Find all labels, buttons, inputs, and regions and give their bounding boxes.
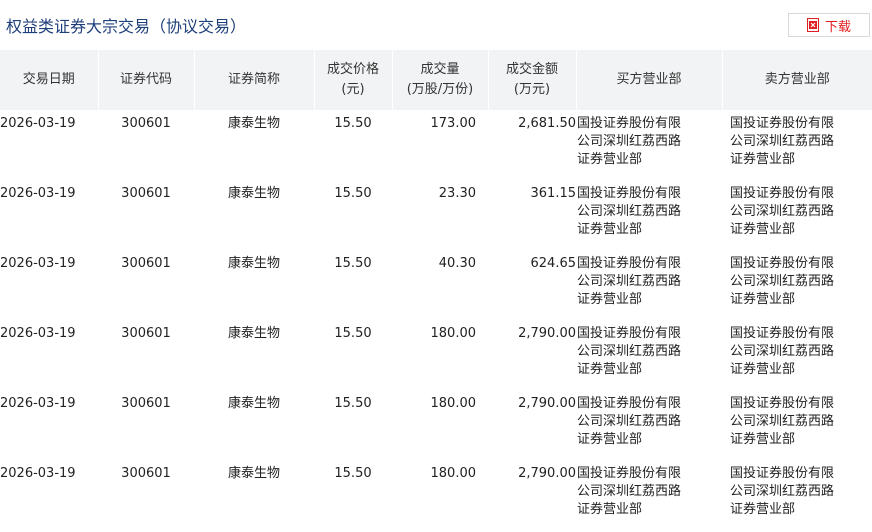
cell-trade-date: 2026-03-19 [0, 326, 76, 341]
cell-seller-branch: 国投证券股份有限公司深圳红荔西路证券营业部 [722, 110, 872, 180]
cell-buyer-branch: 国投证券股份有限公司深圳红荔西路证券营业部 [576, 180, 722, 250]
column-header-seller-branch: 卖方营业部 [721, 50, 872, 110]
cell-buyer-branch: 国投证券股份有限公司深圳红荔西路证券营业部 [576, 250, 722, 320]
cell-buyer-branch: 国投证券股份有限公司深圳红荔西路证券营业部 [576, 460, 722, 530]
download-button[interactable]: 下载 [788, 13, 870, 37]
branch-name: 国投证券股份有限公司深圳红荔西路证券营业部 [577, 326, 682, 377]
cell-trade-date: 2026-03-19 [0, 466, 76, 481]
download-label: 下载 [824, 19, 851, 35]
cell-trade-volume: 180.00 [430, 396, 477, 411]
column-header-label: 买方营业部 [616, 72, 682, 87]
column-header-trade-volume: 成交量 (万股/万份) [391, 50, 488, 110]
cell-trade-amount: 624.65 [530, 256, 577, 271]
cell-trade-date: 2026-03-19 [0, 116, 76, 131]
page-title: 权益类证券大宗交易（协议交易） [6, 17, 247, 36]
column-header-label: 成交金额 [505, 62, 558, 77]
table-header-row: 交易日期 证券代码 证券简称 成交价格 (元) 成交量 (万股/万份) 成交金额 (万元) 买方营… [0, 50, 872, 110]
cell-buyer-branch: 国投证券股份有限公司深圳红荔西路证券营业部 [576, 320, 722, 390]
cell-seller-branch: 国投证券股份有限公司深圳红荔西路证券营业部 [722, 460, 872, 530]
branch-name: 国投证券股份有限公司深圳红荔西路证券营业部 [577, 396, 682, 447]
cell-security-code: 300601 [121, 186, 171, 201]
cell-trade-amount: 2,790.00 [518, 466, 576, 481]
column-header-unit: (万元) [513, 82, 551, 97]
cell-trade-price: 15.50 [334, 186, 372, 201]
column-header-trade-amount: 成交金额 (万元) [487, 50, 576, 110]
cell-trade-date: 2026-03-19 [0, 396, 76, 411]
table-row: 2026-03-19 300601 康泰生物 15.50 40.30 624.65 国投证券… [0, 250, 872, 320]
block-trade-table: 交易日期 证券代码 证券简称 成交价格 (元) 成交量 (万股/万份) 成交金额 (万元) 买方营… [0, 50, 872, 530]
branch-name: 国投证券股份有限公司深圳红荔西路证券营业部 [730, 396, 835, 447]
cell-security-code: 300601 [121, 396, 171, 411]
cell-trade-volume: 180.00 [430, 326, 477, 341]
table-row: 2026-03-19 300601 康泰生物 15.50 180.00 2,790.00 国… [0, 390, 872, 460]
cell-trade-amount: 2,681.50 [518, 116, 576, 131]
column-header-trade-price: 成交价格 (元) [313, 50, 392, 110]
cell-security-code: 300601 [121, 116, 171, 131]
table-row: 2026-03-19 300601 康泰生物 15.50 23.30 361.15 国投证券… [0, 180, 872, 250]
cell-buyer-branch: 国投证券股份有限公司深圳红荔西路证券营业部 [576, 390, 722, 460]
cell-trade-volume: 173.00 [430, 116, 477, 131]
cell-security-name: 康泰生物 [227, 186, 280, 201]
branch-name: 国投证券股份有限公司深圳红荔西路证券营业部 [577, 256, 682, 307]
column-header-security-name: 证券简称 [193, 50, 314, 110]
cell-trade-price: 15.50 [334, 116, 372, 131]
column-header-unit: (元) [341, 82, 365, 97]
column-header-label: 成交价格 [326, 62, 379, 77]
cell-seller-branch: 国投证券股份有限公司深圳红荔西路证券营业部 [722, 250, 872, 320]
cell-trade-price: 15.50 [334, 466, 372, 481]
table-row: 2026-03-19 300601 康泰生物 15.50 180.00 2,790.00 国… [0, 320, 872, 390]
column-header-unit: (万股/万份) [406, 82, 474, 97]
cell-trade-volume: 180.00 [430, 466, 477, 481]
cell-buyer-branch: 国投证券股份有限公司深圳红荔西路证券营业部 [576, 110, 722, 180]
cell-trade-date: 2026-03-19 [0, 256, 76, 271]
table-row: 2026-03-19 300601 康泰生物 15.50 180.00 2,790.00 国… [0, 460, 872, 530]
table-row: 2026-03-19 300601 康泰生物 15.50 173.00 2,681.50 国… [0, 110, 872, 180]
column-header-label: 成交量 [420, 62, 460, 77]
cell-security-name: 康泰生物 [227, 396, 280, 411]
branch-name: 国投证券股份有限公司深圳红荔西路证券营业部 [577, 186, 682, 237]
cell-seller-branch: 国投证券股份有限公司深圳红荔西路证券营业部 [722, 320, 872, 390]
cell-seller-branch: 国投证券股份有限公司深圳红荔西路证券营业部 [722, 180, 872, 250]
column-header-buyer-branch: 买方营业部 [575, 50, 722, 110]
column-header-security-code: 证券代码 [97, 50, 194, 110]
cell-security-code: 300601 [121, 326, 171, 341]
cell-trade-amount: 2,790.00 [518, 326, 576, 341]
cell-seller-branch: 国投证券股份有限公司深圳红荔西路证券营业部 [722, 390, 872, 460]
branch-name: 国投证券股份有限公司深圳红荔西路证券营业部 [730, 256, 835, 307]
cell-trade-price: 15.50 [334, 326, 372, 341]
cell-security-name: 康泰生物 [227, 116, 280, 131]
cell-trade-amount: 361.15 [530, 186, 577, 201]
excel-file-icon [806, 18, 819, 32]
branch-name: 国投证券股份有限公司深圳红荔西路证券营业部 [577, 466, 682, 517]
column-header-label: 卖方营业部 [764, 72, 830, 87]
cell-security-code: 300601 [121, 256, 171, 271]
cell-trade-date: 2026-03-19 [0, 186, 76, 201]
branch-name: 国投证券股份有限公司深圳红荔西路证券营业部 [577, 116, 682, 167]
branch-name: 国投证券股份有限公司深圳红荔西路证券营业部 [730, 466, 835, 517]
cell-trade-volume: 40.30 [438, 256, 476, 271]
cell-trade-price: 15.50 [334, 396, 372, 411]
column-header-trade-date: 交易日期 [0, 50, 98, 110]
branch-name: 国投证券股份有限公司深圳红荔西路证券营业部 [730, 326, 835, 377]
cell-trade-price: 15.50 [334, 256, 372, 271]
cell-trade-amount: 2,790.00 [518, 396, 576, 411]
column-header-label: 交易日期 [22, 72, 75, 87]
branch-name: 国投证券股份有限公司深圳红荔西路证券营业部 [730, 116, 835, 167]
branch-name: 国投证券股份有限公司深圳红荔西路证券营业部 [730, 186, 835, 237]
cell-security-code: 300601 [121, 466, 171, 481]
column-header-label: 证券简称 [227, 72, 280, 87]
cell-security-name: 康泰生物 [227, 326, 280, 341]
cell-trade-volume: 23.30 [438, 186, 476, 201]
cell-security-name: 康泰生物 [227, 256, 280, 271]
column-header-label: 证券代码 [119, 72, 172, 87]
cell-security-name: 康泰生物 [227, 466, 280, 481]
